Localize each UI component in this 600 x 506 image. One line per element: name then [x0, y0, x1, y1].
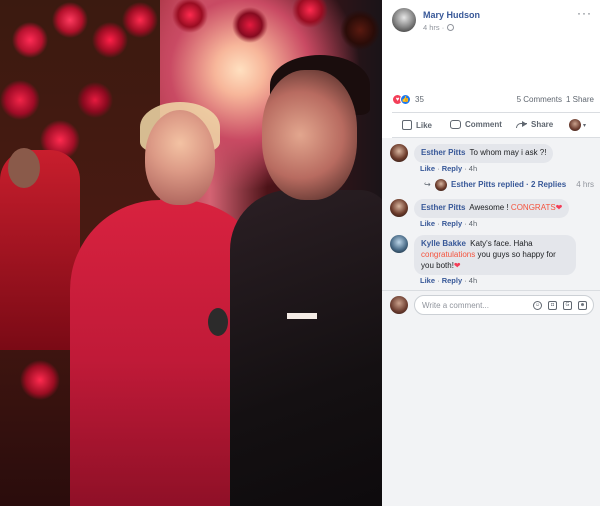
comment-time[interactable]: 4h [469, 164, 477, 173]
comment-label: Comment [465, 120, 502, 129]
replies-link[interactable]: Esther Pitts replied · 2 Replies [451, 180, 566, 189]
comment-text: Katy's face. Haha [470, 239, 533, 248]
man-head [262, 70, 357, 200]
heart-icon: ❤ [453, 260, 461, 270]
react-as-selector[interactable]: ▾ [569, 119, 586, 131]
comment-like-link[interactable]: Like [420, 276, 435, 285]
post-header: Mary Hudson 4 hrs · ··· [382, 0, 600, 40]
comment-highlight: congratulations [421, 249, 476, 259]
reaction-count[interactable]: 35 [415, 95, 424, 104]
composer-icons: ☺ ◘ G ☻ [533, 301, 587, 310]
gif-icon[interactable]: G [563, 301, 572, 310]
post-photo[interactable] [0, 0, 382, 506]
comment-actions: Like · Reply · 4h [420, 219, 478, 228]
comment-composer: ☺ ◘ G ☻ [382, 290, 600, 318]
comment-text: Awesome ! [469, 203, 509, 212]
chevron-down-icon: ▾ [583, 122, 587, 129]
engagement-counts: 5 Comments 1 Share [517, 95, 594, 104]
replies-time: 4 hrs [576, 180, 594, 189]
comment-icon [450, 120, 461, 129]
commenter-name[interactable]: Esther Pitts [421, 203, 465, 212]
commenter-avatar[interactable] [390, 144, 408, 162]
share-icon [516, 120, 527, 129]
comments-section: Esther Pitts To whom may i ask ?! Like ·… [382, 138, 600, 506]
comment-button[interactable]: Comment [450, 120, 502, 129]
comment-input[interactable] [422, 299, 518, 312]
man-figure [230, 190, 382, 506]
commenter-name[interactable]: Esther Pitts [421, 148, 465, 157]
author-avatar[interactable] [392, 8, 416, 32]
reaction-icons[interactable]: ♥ 👍 [392, 94, 411, 105]
like-label: Like [416, 120, 433, 130]
comment-input-box[interactable]: ☺ ◘ G ☻ [414, 295, 594, 315]
replies-summary[interactable]: ↪ Esther Pitts replied · 2 Replies 4 hrs [424, 178, 600, 192]
comment-reply-link[interactable]: Reply [442, 219, 462, 228]
commenter-name[interactable]: Kylle Bakke [421, 239, 466, 248]
comment-like-link[interactable]: Like [420, 164, 435, 173]
comment-bubble: Esther Pitts Awesome ! CONGRATS❤ [414, 199, 570, 218]
camera-icon[interactable]: ◘ [548, 301, 557, 310]
author-name[interactable]: Mary Hudson [423, 10, 480, 20]
sticker-icon[interactable]: ☻ [578, 301, 587, 310]
user-avatar [390, 296, 408, 314]
post-actions: Like Comment Share ▾ [382, 116, 600, 136]
user-avatar [569, 119, 581, 131]
comment-time[interactable]: 4h [469, 276, 477, 285]
reply-arrow-icon: ↪ [424, 180, 431, 189]
reactions-bar: ♥ 👍 35 5 Comments 1 Share [382, 90, 600, 108]
post-meta: 4 hrs · [423, 23, 455, 32]
like-button[interactable]: Like [402, 120, 432, 130]
comment-highlight: CONGRATS [510, 203, 556, 212]
globe-icon [447, 24, 455, 31]
reply-avatar [435, 179, 447, 191]
pocket-square [287, 313, 317, 319]
comment-actions: Like · Reply · 4h [420, 276, 478, 285]
post-side-panel: Mary Hudson 4 hrs · ··· ♥ 👍 35 5 Comment… [382, 0, 600, 506]
background-person-head [8, 148, 40, 188]
microphone [208, 308, 228, 336]
like-reaction-icon: 👍 [400, 94, 411, 105]
share-label: Share [531, 120, 554, 129]
comment-bubble: Esther Pitts To whom may i ask ?! [414, 144, 554, 163]
shares-count[interactable]: 1 Share [566, 95, 594, 104]
share-button[interactable]: Share [516, 120, 553, 129]
commenter-avatar[interactable] [390, 199, 408, 217]
comment-actions: Like · Reply · 4h [420, 164, 478, 173]
commenter-avatar[interactable] [390, 235, 408, 253]
divider [392, 112, 600, 113]
thumbs-up-icon [402, 120, 412, 130]
post-time[interactable]: 4 hrs · [423, 23, 444, 32]
heart-icon: ❤ [555, 203, 563, 212]
comments-count[interactable]: 5 Comments [517, 95, 562, 104]
rose-arch [110, 0, 380, 50]
emoji-icon[interactable]: ☺ [533, 301, 542, 310]
comment-text: To whom may i ask ?! [469, 148, 547, 157]
woman-head [145, 110, 215, 205]
comment-time[interactable]: 4h [469, 219, 477, 228]
comment-reply-link[interactable]: Reply [442, 276, 462, 285]
more-options-icon[interactable]: ··· [577, 6, 592, 20]
comment-reply-link[interactable]: Reply [442, 164, 462, 173]
comment-like-link[interactable]: Like [420, 219, 435, 228]
comment-bubble: Kylle Bakke Katy's face. Haha congratula… [414, 235, 576, 276]
